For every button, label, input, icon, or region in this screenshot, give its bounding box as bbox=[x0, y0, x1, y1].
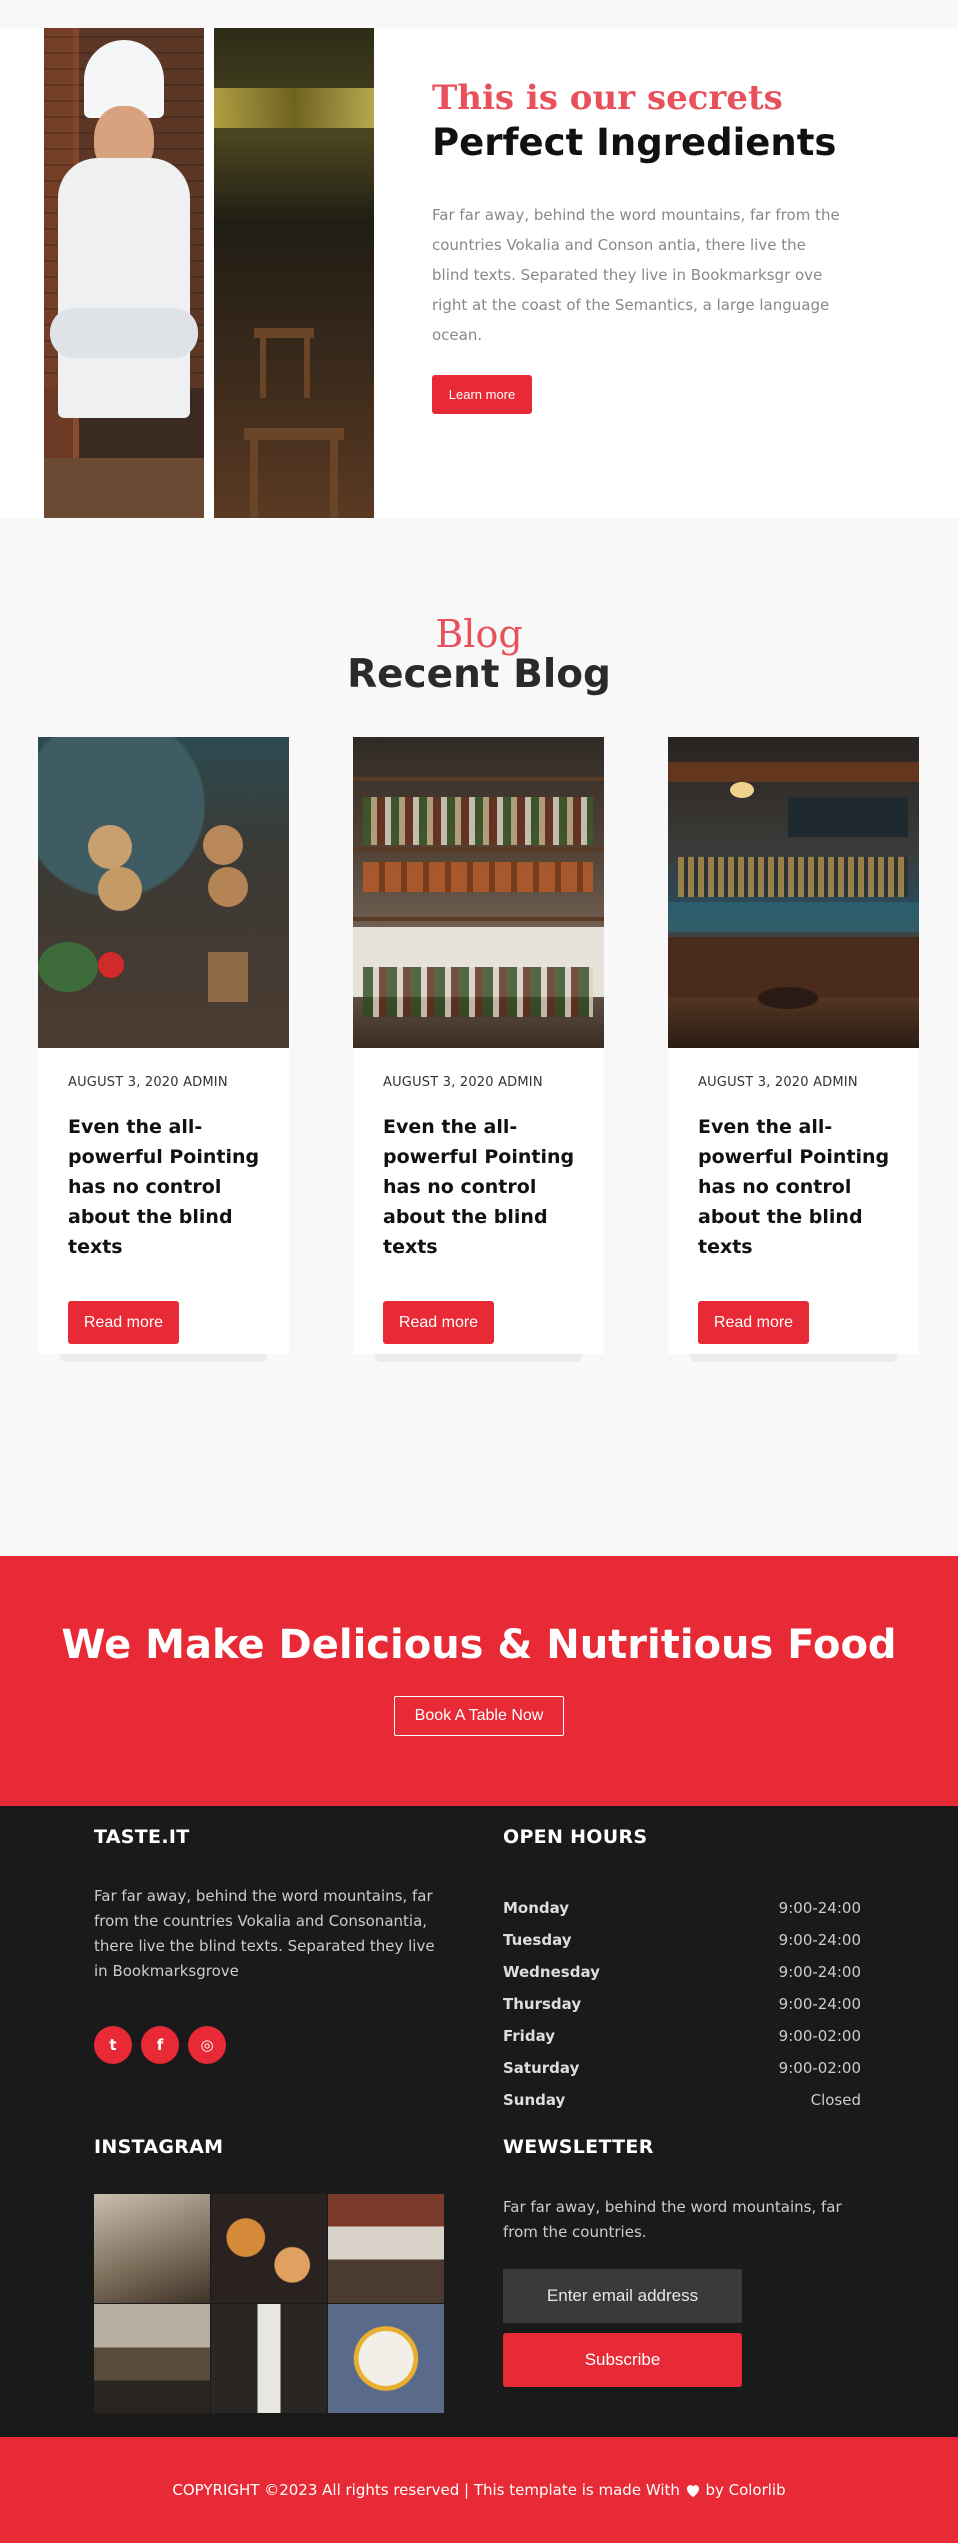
hours-row: Tuesday 9:00-24:00 bbox=[503, 1931, 861, 1949]
cta-section: We Make Delicious & Nutritious Food Book… bbox=[0, 1556, 958, 1806]
colorlib-link[interactable]: by Colorlib bbox=[705, 2481, 785, 2499]
newsletter-title: WEWSLETTER bbox=[503, 2136, 654, 2158]
email-field[interactable]: Enter email address bbox=[503, 2269, 742, 2323]
about-text-block: This is our secrets Perfect Ingredients … bbox=[432, 78, 852, 350]
blog-image-bar-counter[interactable] bbox=[668, 737, 919, 1048]
copyright-bar: COPYRIGHT ©2023 All rights reserved | Th… bbox=[0, 2437, 958, 2543]
blog-image-bar-shelves[interactable] bbox=[353, 737, 604, 1048]
blog-title-link[interactable]: Even the all-powerful Pointing has no co… bbox=[698, 1112, 898, 1262]
about-section: This is our secrets Perfect Ingredients … bbox=[0, 0, 958, 518]
hours-row: Wednesday 9:00-24:00 bbox=[503, 1963, 861, 1981]
hours-row: Monday 9:00-24:00 bbox=[503, 1899, 861, 1917]
hours-row: Sunday Closed bbox=[503, 2091, 861, 2109]
instagram-title: INSTAGRAM bbox=[94, 2136, 224, 2158]
copyright-text: COPYRIGHT ©2023 All rights reserved | Th… bbox=[172, 2481, 680, 2499]
brand-title: TASTE.IT bbox=[94, 1826, 190, 1848]
book-table-button[interactable]: Book A Table Now bbox=[394, 1696, 564, 1736]
instagram-photo[interactable] bbox=[328, 2304, 444, 2413]
blog-meta[interactable]: AUGUST 3, 2020 ADMIN bbox=[698, 1075, 858, 1090]
blog-title-link[interactable]: Even the all-powerful Pointing has no co… bbox=[383, 1112, 583, 1262]
heart-icon bbox=[686, 2485, 699, 2498]
blog-image-tables[interactable] bbox=[38, 737, 289, 1048]
about-description: Far far away, behind the word mountains,… bbox=[432, 206, 840, 345]
instagram-photo[interactable] bbox=[211, 2304, 327, 2413]
instagram-grid bbox=[94, 2194, 444, 2413]
blog-title-link[interactable]: Even the all-powerful Pointing has no co… bbox=[68, 1112, 268, 1262]
blog-meta[interactable]: AUGUST 3, 2020 ADMIN bbox=[68, 1075, 228, 1090]
chef-photo bbox=[44, 28, 204, 518]
blog-card: AUGUST 3, 2020 ADMIN Even the all-powerf… bbox=[353, 737, 604, 1362]
blog-card: AUGUST 3, 2020 ADMIN Even the all-powerf… bbox=[38, 737, 289, 1362]
instagram-photo[interactable] bbox=[94, 2304, 210, 2413]
read-more-button[interactable]: Read more bbox=[698, 1301, 809, 1344]
instagram-photo[interactable] bbox=[328, 2194, 444, 2303]
newsletter-description: Far far away, behind the word mountains,… bbox=[503, 2198, 842, 2241]
footer: TASTE.IT Far far away, behind the word m… bbox=[0, 1806, 958, 2437]
restaurant-interior-photo bbox=[214, 28, 374, 518]
blog-meta[interactable]: AUGUST 3, 2020 ADMIN bbox=[383, 1075, 543, 1090]
hours-row: Thursday 9:00-24:00 bbox=[503, 1995, 861, 2013]
open-hours-list: Monday 9:00-24:00 Tuesday 9:00-24:00 Wedne… bbox=[503, 1892, 861, 2116]
read-more-button[interactable]: Read more bbox=[383, 1301, 494, 1344]
blog-title: Recent Blog bbox=[347, 652, 611, 697]
hours-row: Saturday 9:00-02:00 bbox=[503, 2059, 861, 2077]
top-strip bbox=[0, 0, 958, 28]
cta-title: We Make Delicious & Nutritious Food bbox=[61, 1622, 897, 1668]
read-more-button[interactable]: Read more bbox=[68, 1301, 179, 1344]
instagram-icon[interactable]: ◎ bbox=[188, 2026, 226, 2064]
open-hours-title: OPEN HOURS bbox=[503, 1826, 648, 1848]
brand-description: Far far away, behind the word mountains,… bbox=[94, 1887, 435, 1980]
about-title: Perfect Ingredients bbox=[432, 121, 837, 165]
instagram-photo[interactable] bbox=[211, 2194, 327, 2303]
hours-row: Friday 9:00-02:00 bbox=[503, 2027, 861, 2045]
blog-subtitle: Blog bbox=[435, 612, 523, 656]
instagram-photo[interactable] bbox=[94, 2194, 210, 2303]
blog-card: AUGUST 3, 2020 ADMIN Even the all-powerf… bbox=[668, 737, 919, 1362]
learn-more-button[interactable]: Learn more bbox=[432, 375, 532, 414]
about-subtitle: This is our secrets bbox=[432, 78, 783, 118]
twitter-icon[interactable]: t bbox=[94, 2026, 132, 2064]
subscribe-button[interactable]: Subscribe bbox=[503, 2333, 742, 2387]
facebook-icon[interactable]: f bbox=[141, 2026, 179, 2064]
